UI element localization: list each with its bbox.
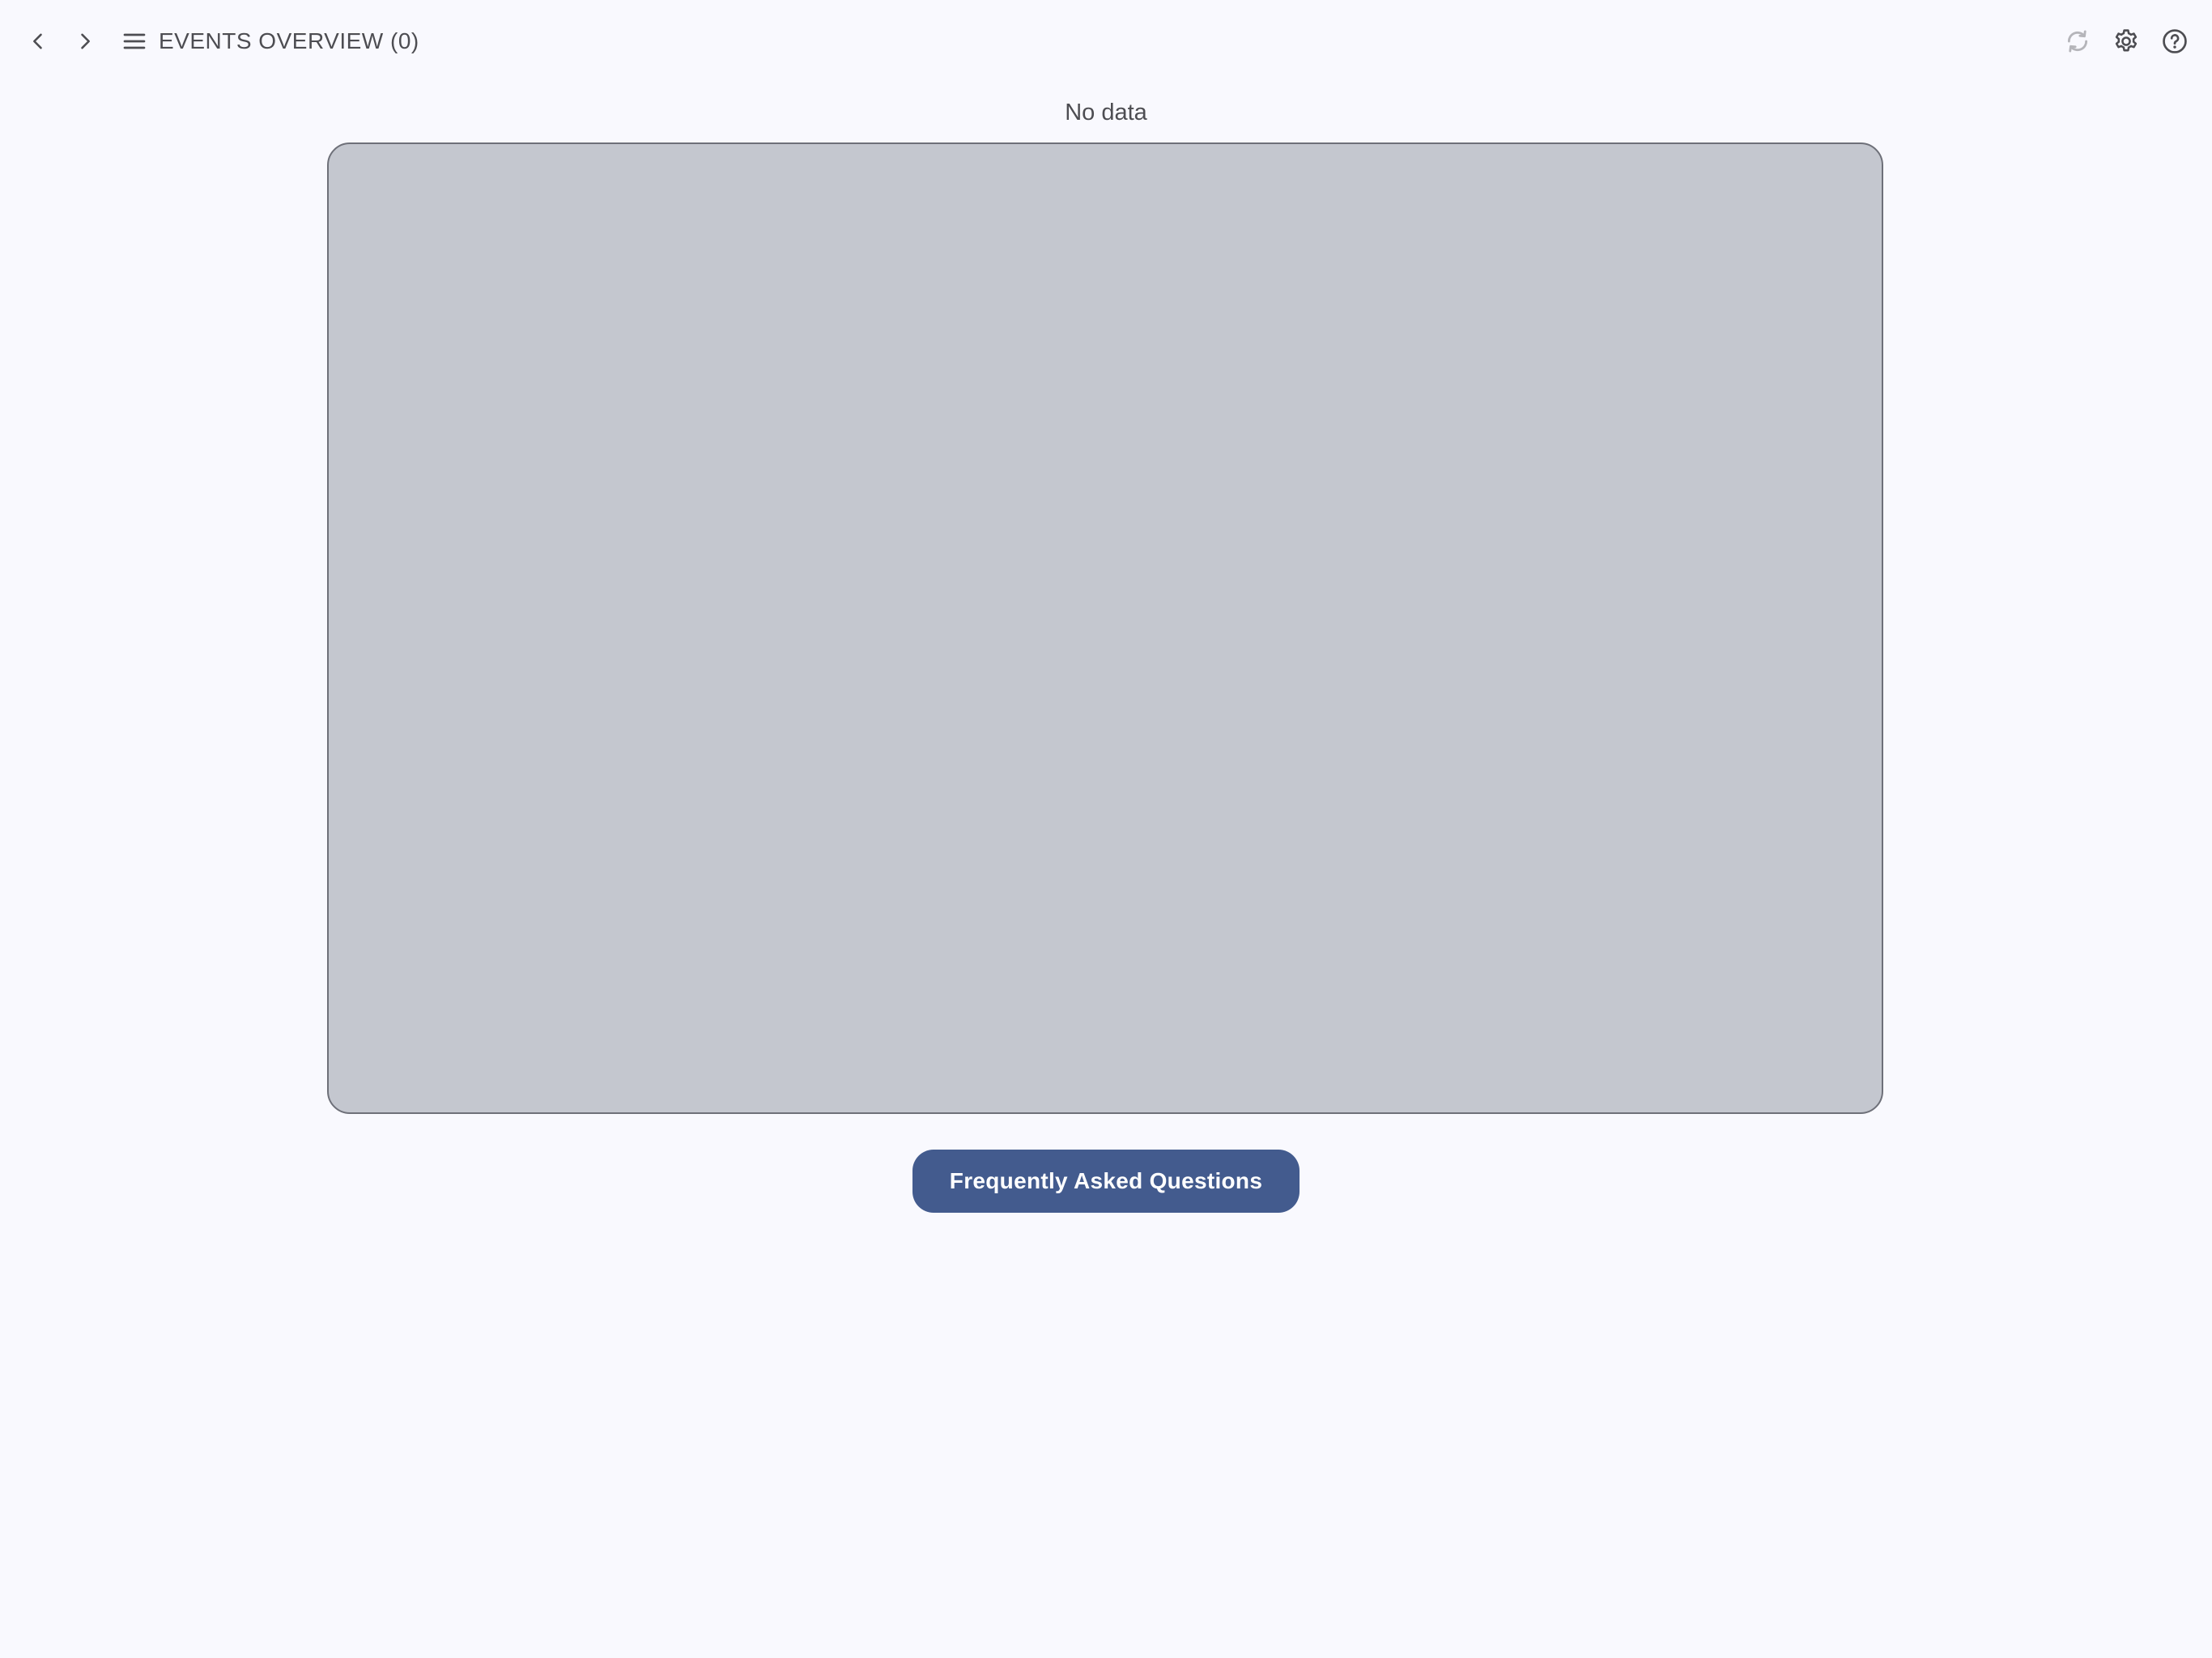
- gear-icon: [2115, 29, 2138, 52]
- refresh-button[interactable]: [2055, 19, 2100, 64]
- menu-icon: [123, 33, 146, 49]
- refresh-icon: [2067, 30, 2088, 53]
- chevron-left-icon: [33, 33, 42, 49]
- faq-button[interactable]: Frequently Asked Questions: [912, 1150, 1300, 1213]
- page-title: EVENTS OVERVIEW (0): [159, 28, 419, 53]
- menu-button[interactable]: [112, 19, 157, 64]
- events-panel: [327, 142, 1883, 1114]
- forward-button[interactable]: [62, 19, 108, 64]
- help-icon: [2163, 29, 2187, 53]
- no-data-message: No data: [1065, 100, 1147, 125]
- chevron-right-icon: [81, 33, 90, 49]
- settings-button[interactable]: [2104, 19, 2149, 64]
- help-button[interactable]: [2152, 19, 2197, 64]
- top-bar: EVENTS OVERVIEW (0): [0, 0, 2212, 83]
- back-button[interactable]: [15, 19, 61, 64]
